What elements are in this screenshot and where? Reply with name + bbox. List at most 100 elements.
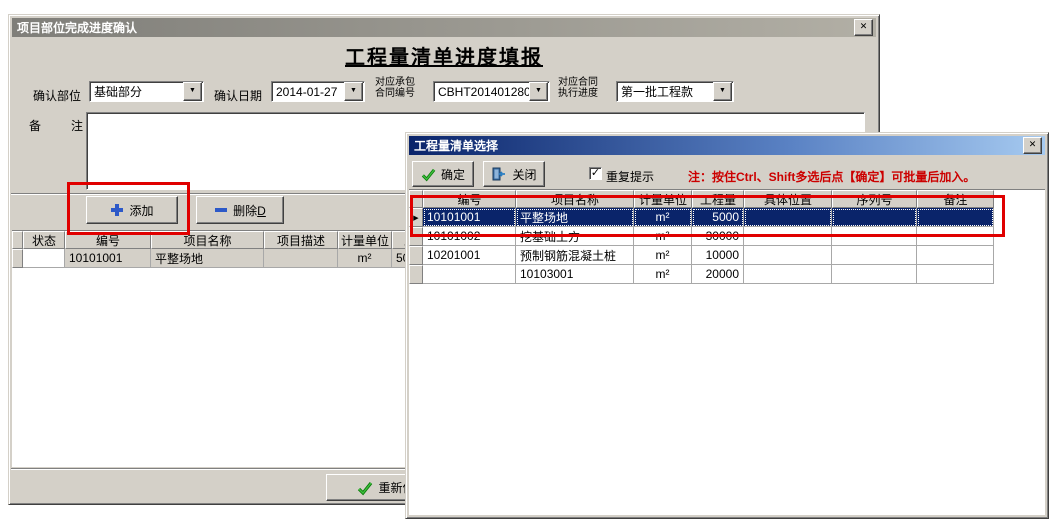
code-cell[interactable]: 10201001 [423,246,516,265]
unit-cell[interactable]: m² [634,246,692,265]
delete-button-label: 删除D [233,202,266,219]
exit-door-icon [491,166,507,182]
add-button-label: 添加 [129,202,153,219]
confirm-date-label: 确认日期 [214,87,262,104]
minus-icon [214,203,228,217]
serial-cell[interactable] [832,246,917,265]
contract-no-select[interactable]: CBHT2014012801 ▼ [433,81,550,102]
unit-cell[interactable]: m² [634,208,692,227]
name-cell[interactable]: 平整场地 [516,208,634,227]
add-button[interactable]: 添加 [86,196,178,224]
code-cell[interactable] [423,265,516,284]
selection-table: 编号 项目名称 计量单位 工程量 具体位置 序列号 备注 ▶ 10101001 … [409,189,1045,515]
qty-cell[interactable]: 5000 [692,208,744,227]
chevron-down-icon[interactable]: ▼ [713,82,732,101]
titlebar[interactable]: 项目部位完成进度确认 ✕ [12,18,876,37]
close-icon: ✕ [1029,139,1037,149]
column-header[interactable]: 编号 [423,190,516,208]
serial-cell[interactable] [832,227,917,246]
remark-label: 备 [29,117,41,134]
chevron-down-icon[interactable]: ▼ [529,82,548,101]
confirm-date-select[interactable]: 2014-01-27 ▼ [271,81,365,102]
table-header-row: 编号 项目名称 计量单位 工程量 具体位置 序列号 备注 [409,190,1045,208]
ok-button-label: 确定 [441,166,465,183]
column-header[interactable]: 状态 [23,231,65,249]
qty-cell[interactable]: 10000 [692,246,744,265]
checkbox-check-icon: ✓ [591,167,600,179]
row-indicator-cell [409,265,423,284]
indicator-header-cell [12,231,23,249]
page-title: 工程量清单进度填报 [9,41,879,70]
row-indicator-cell [409,246,423,265]
remark-cell[interactable] [917,246,994,265]
table-row[interactable]: 10101002 挖基础土方 m² 30000 [409,227,1045,246]
table-row-selected[interactable]: ▶ 10101001 平整场地 m² 5000 [409,208,1045,227]
check-icon [357,480,373,496]
location-cell[interactable] [744,246,832,265]
confirm-part-select[interactable]: 基础部分 ▼ [89,81,204,102]
remark-cell[interactable] [917,265,994,284]
column-header[interactable]: 备注 [917,190,994,208]
close-dialog-button-label: 关闭 [512,166,536,183]
column-header[interactable]: 计量单位 [634,190,692,208]
selection-dialog-window: 工程量清单选择 ✕ 确定 关闭 ✓ 重复提示 注：按住Ctrl、Shift多选后… [405,132,1049,519]
column-header[interactable]: 项目名称 [516,190,634,208]
window-title: 工程量清单选择 [414,137,498,154]
column-header[interactable]: 项目名称 [151,231,264,249]
progress-stage-label: 对应合同 执行进度 [558,77,598,99]
name-cell[interactable]: 预制钢筋混凝土桩 [516,246,634,265]
window-title: 项目部位完成进度确认 [17,19,137,36]
close-dialog-button[interactable]: 关闭 [483,161,545,187]
confirm-part-label: 确认部位 [33,87,81,104]
qty-cell[interactable]: 30000 [692,227,744,246]
unit-cell[interactable]: m² [634,265,692,284]
close-button[interactable]: ✕ [854,19,873,36]
ok-button[interactable]: 确定 [412,161,474,187]
location-cell[interactable] [744,265,832,284]
code-cell[interactable]: 10101001 [423,208,516,227]
plus-icon [110,203,124,217]
code-cell[interactable]: 10101002 [423,227,516,246]
column-header[interactable]: 项目描述 [264,231,338,249]
remark-cell[interactable] [917,227,994,246]
table-row[interactable]: 10103001 m² 20000 [409,265,1045,284]
check-icon [421,167,436,182]
row-indicator-cell [409,227,423,246]
unit-cell[interactable]: m² [634,227,692,246]
column-header[interactable]: 序列号 [832,190,917,208]
unit-cell[interactable]: m² [338,249,392,268]
name-cell[interactable]: 10103001 [516,265,634,284]
desc-cell[interactable] [264,249,338,268]
column-header[interactable]: 具体位置 [744,190,832,208]
serial-cell[interactable] [832,265,917,284]
qty-cell[interactable]: 20000 [692,265,744,284]
row-indicator-cell: ▶ [409,208,423,227]
indicator-header-cell [409,190,423,208]
row-indicator-icon: ▶ [413,214,418,222]
column-header[interactable]: 编号 [65,231,151,249]
progress-stage-select[interactable]: 第一批工程款 ▼ [616,81,734,102]
contract-no-label: 对应承包 合同编号 [375,77,415,99]
serial-cell[interactable] [832,208,917,227]
repeat-prompt-label: 重复提示 [606,168,654,185]
table-row[interactable]: 10201001 预制钢筋混凝土桩 m² 10000 [409,246,1045,265]
code-cell[interactable]: 10101001 [65,249,151,268]
column-header[interactable]: 工程量 [692,190,744,208]
chevron-down-icon[interactable]: ▼ [183,82,202,101]
remark-label-2: 注 [71,117,83,134]
progress-stage-value: 第一批工程款 [617,83,713,100]
name-cell[interactable]: 平整场地 [151,249,264,268]
close-icon: ✕ [860,21,868,31]
location-cell[interactable] [744,208,832,227]
status-cell[interactable] [23,249,65,268]
column-header[interactable]: 计量单位 [338,231,392,249]
close-button[interactable]: ✕ [1023,137,1042,154]
chevron-down-icon[interactable]: ▼ [344,82,363,101]
remark-cell[interactable] [917,208,994,227]
titlebar[interactable]: 工程量清单选择 ✕ [409,136,1045,155]
delete-button[interactable]: 删除D [196,196,284,224]
name-cell[interactable]: 挖基础土方 [516,227,634,246]
repeat-prompt-checkbox[interactable]: ✓ [589,167,602,180]
hint-text: 注：按住Ctrl、Shift多选后点【确定】可批量后加入。 [688,168,975,185]
location-cell[interactable] [744,227,832,246]
